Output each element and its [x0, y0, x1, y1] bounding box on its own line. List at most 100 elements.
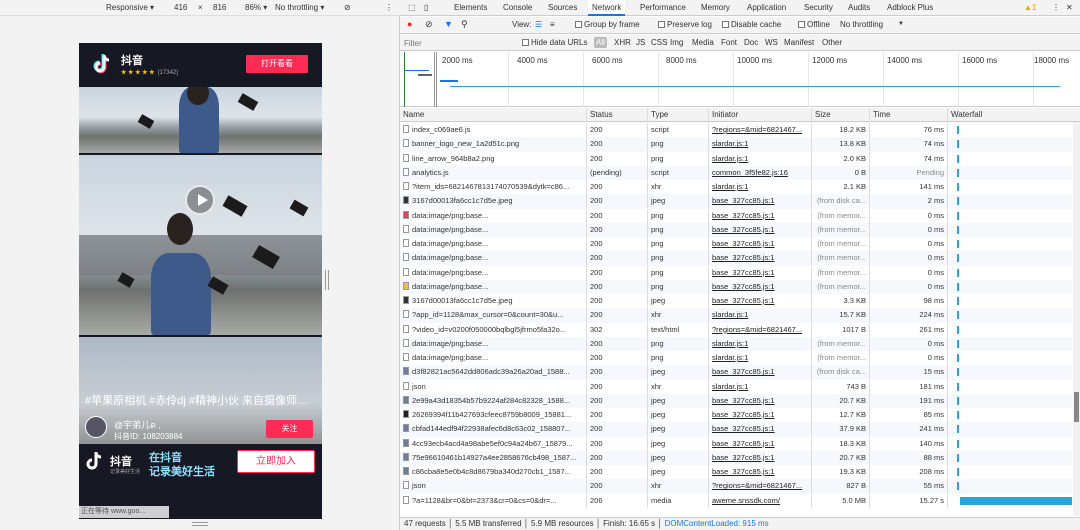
filter-type-media[interactable]: Media — [692, 38, 714, 47]
width-input[interactable]: 416 — [174, 3, 187, 12]
table-row[interactable]: json 200 xhr ?regions=&mid=6821467... 827 B5… — [400, 479, 1072, 494]
table-row[interactable]: data:image/png;base... 200 png base_327cc85… — [400, 222, 1072, 237]
cell-initiator[interactable]: aweme.snssdk.com/ — [709, 493, 812, 508]
height-input[interactable]: 816 — [213, 3, 226, 12]
more-options-icon[interactable]: ⋮ — [385, 3, 393, 12]
column-initiator[interactable]: Initiator — [709, 108, 812, 122]
table-row[interactable]: cbfad144edf94f22938afec6d8c63c02_158807.… — [400, 422, 1072, 437]
cell-name[interactable]: 2e99a43d18354b57b9224af284c82328_1588... — [400, 393, 587, 408]
table-row[interactable]: data:image/png;base... 200 png slardar.js:1… — [400, 351, 1072, 365]
cell-initiator[interactable]: base_327cc85.js:1 — [709, 365, 812, 380]
table-row[interactable]: 3167d00013fa6cc1c7d5e.jpeg 200 jpeg base_32… — [400, 294, 1072, 308]
cell-initiator[interactable]: base_327cc85.js:1 — [709, 408, 812, 422]
table-row[interactable]: analytics.js (pending) script common_3f5fe8… — [400, 165, 1072, 180]
filter-type-js[interactable]: JS — [636, 38, 645, 47]
column-time[interactable]: Time — [870, 108, 948, 122]
table-row[interactable]: 26269394f11b427693cfeec8759b8009_15881..… — [400, 408, 1072, 422]
tab-console[interactable]: Console — [499, 0, 536, 16]
cell-name[interactable]: ?a=1128&br=0&bt=2373&cr=0&cs=0&dr=... — [400, 493, 587, 508]
table-row[interactable]: json 200 xhr slardar.js:1 743 B 181 ms — [400, 379, 1072, 394]
column-status[interactable]: Status — [587, 108, 648, 122]
timeline-overview[interactable]: 2000 ms 4000 ms 6000 ms 8000 ms 10000 ms… — [400, 52, 1080, 107]
cell-initiator[interactable]: base_327cc85.js:1 — [709, 393, 812, 408]
cell-name[interactable]: cbfad144edf94f22938afec6d8c63c02_158807.… — [400, 422, 587, 437]
hide-data-urls-checkbox[interactable]: Hide data URLs — [522, 38, 587, 47]
cell-name[interactable]: 75e96610461b14927a4ee2858676cb498_1587..… — [400, 450, 587, 465]
avatar[interactable] — [85, 416, 107, 438]
chevron-down-icon[interactable]: ▼ — [898, 21, 904, 27]
cell-name[interactable]: 3167d00013fa6cc1c7d5e.jpeg — [400, 194, 587, 209]
column-name[interactable]: Name — [400, 108, 587, 122]
filter-type-img[interactable]: Img — [670, 38, 683, 47]
column-type[interactable]: Type — [648, 108, 709, 122]
column-waterfall[interactable]: Waterfall — [948, 108, 1072, 122]
cell-name[interactable]: banner_logo_new_1a2d51c.png — [400, 137, 587, 152]
table-row[interactable]: c86cba8e5e0b4c8d8679ba340d270cb1_1587...… — [400, 465, 1072, 479]
cell-name[interactable]: data:image/png;base... — [400, 336, 587, 351]
cell-initiator[interactable]: slardar.js:1 — [709, 151, 812, 166]
clear-icon[interactable]: ⊘ — [425, 19, 433, 30]
filter-type-other[interactable]: Other — [822, 38, 842, 47]
cell-initiator[interactable]: base_327cc85.js:1 — [709, 265, 812, 280]
filter-type-xhr[interactable]: XHR — [614, 38, 631, 47]
large-rows-icon[interactable]: ☰ — [535, 20, 542, 29]
table-row[interactable]: ?video_id=v0200f050000bqlbgl5jfrmo5fa32o… — [400, 322, 1072, 337]
cell-name[interactable]: line_arrow_964b8a2.png — [400, 151, 587, 166]
filter-type-ws[interactable]: WS — [765, 38, 778, 47]
disable-cache-checkbox[interactable]: Disable cache — [722, 20, 781, 29]
cell-name[interactable]: index_c069ae6.js — [400, 123, 587, 137]
cell-initiator[interactable]: base_327cc85.js:1 — [709, 465, 812, 479]
column-size[interactable]: Size — [812, 108, 870, 122]
table-row[interactable]: data:image/png;base... 200 png base_327cc85… — [400, 208, 1072, 223]
table-row[interactable]: d3f82821ac5642dd806adc39a26a20ad_1588...… — [400, 365, 1072, 380]
cell-name[interactable]: 26269394f11b427693cfeec8759b8009_15881..… — [400, 408, 587, 422]
filter-type-font[interactable]: Font — [721, 38, 737, 47]
zoom-select[interactable]: 86% ▾ — [245, 3, 267, 12]
table-row[interactable]: data:image/png;base... 200 png base_327cc85… — [400, 251, 1072, 266]
table-row[interactable]: data:image/png;base... 200 png slardar.js:1… — [400, 336, 1072, 351]
waterfall-view-icon[interactable]: ≡ — [550, 20, 555, 29]
cell-initiator[interactable]: common_3f5fe82.js:16 — [709, 165, 812, 180]
filter-input[interactable] — [402, 37, 514, 49]
cell-initiator[interactable]: ?regions=&mid=6821467... — [709, 322, 812, 337]
table-row[interactable]: 2e99a43d18354b57b9224af284c82328_1588...… — [400, 393, 1072, 408]
tab-application[interactable]: Application — [743, 0, 790, 16]
cell-initiator[interactable]: base_327cc85.js:1 — [709, 422, 812, 437]
group-by-frame-checkbox[interactable]: Group by frame — [575, 20, 640, 29]
device-toggle-icon[interactable]: ▯ — [420, 0, 432, 16]
cell-initiator[interactable]: base_327cc85.js:1 — [709, 294, 812, 308]
cell-name[interactable]: 3167d00013fa6cc1c7d5e.jpeg — [400, 294, 587, 308]
cell-initiator[interactable]: base_327cc85.js:1 — [709, 237, 812, 251]
filter-type-css[interactable]: CSS — [651, 38, 667, 47]
cell-name[interactable]: c86cba8e5e0b4c8d8679ba340d270cb1_1587... — [400, 465, 587, 479]
cell-name[interactable]: ?app_id=1128&max_cursor=0&count=30&u... — [400, 308, 587, 323]
cell-initiator[interactable]: base_327cc85.js:1 — [709, 450, 812, 465]
table-row[interactable]: line_arrow_964b8a2.png 200 png slardar.js:1… — [400, 151, 1072, 166]
scrollbar-track[interactable] — [1073, 122, 1080, 516]
tab-sources[interactable]: Sources — [544, 0, 581, 16]
scrollbar-thumb[interactable] — [1074, 392, 1079, 422]
throttling-select[interactable]: No throttling — [840, 20, 883, 29]
preserve-log-checkbox[interactable]: Preserve log — [658, 20, 712, 29]
cell-name[interactable]: ?video_id=v0200f050000bqlbgl5jfrmo5fa32o… — [400, 322, 587, 337]
tab-performance[interactable]: Performance — [636, 0, 690, 16]
record-icon[interactable]: ● — [407, 19, 412, 29]
cell-initiator[interactable]: ?regions=&mid=6821467... — [709, 123, 812, 137]
play-icon[interactable] — [185, 185, 215, 215]
tab-adblock-plus[interactable]: Adblock Plus — [883, 0, 937, 16]
table-row[interactable]: ?app_id=1128&max_cursor=0&count=30&u... 2… — [400, 308, 1072, 323]
filter-type-all[interactable]: All — [594, 37, 607, 48]
warning-badge[interactable]: ▲1 — [1020, 0, 1040, 16]
tab-audits[interactable]: Audits — [844, 0, 874, 16]
rotate-icon[interactable]: ⊘ — [344, 3, 351, 12]
cell-initiator[interactable]: base_327cc85.js:1 — [709, 222, 812, 237]
close-icon[interactable]: ✕ — [1062, 0, 1077, 16]
filter-type-manifest[interactable]: Manifest — [784, 38, 814, 47]
cell-name[interactable]: data:image/png;base... — [400, 265, 587, 280]
cell-initiator[interactable]: base_327cc85.js:1 — [709, 279, 812, 294]
tab-security[interactable]: Security — [800, 0, 837, 16]
offline-checkbox[interactable]: Offline — [798, 20, 830, 29]
table-row[interactable]: data:image/png;base... 200 png base_327cc85… — [400, 237, 1072, 251]
cell-name[interactable]: ?item_ids=6821467813174070539&dytk=c86..… — [400, 180, 587, 194]
cell-name[interactable]: analytics.js — [400, 165, 587, 180]
